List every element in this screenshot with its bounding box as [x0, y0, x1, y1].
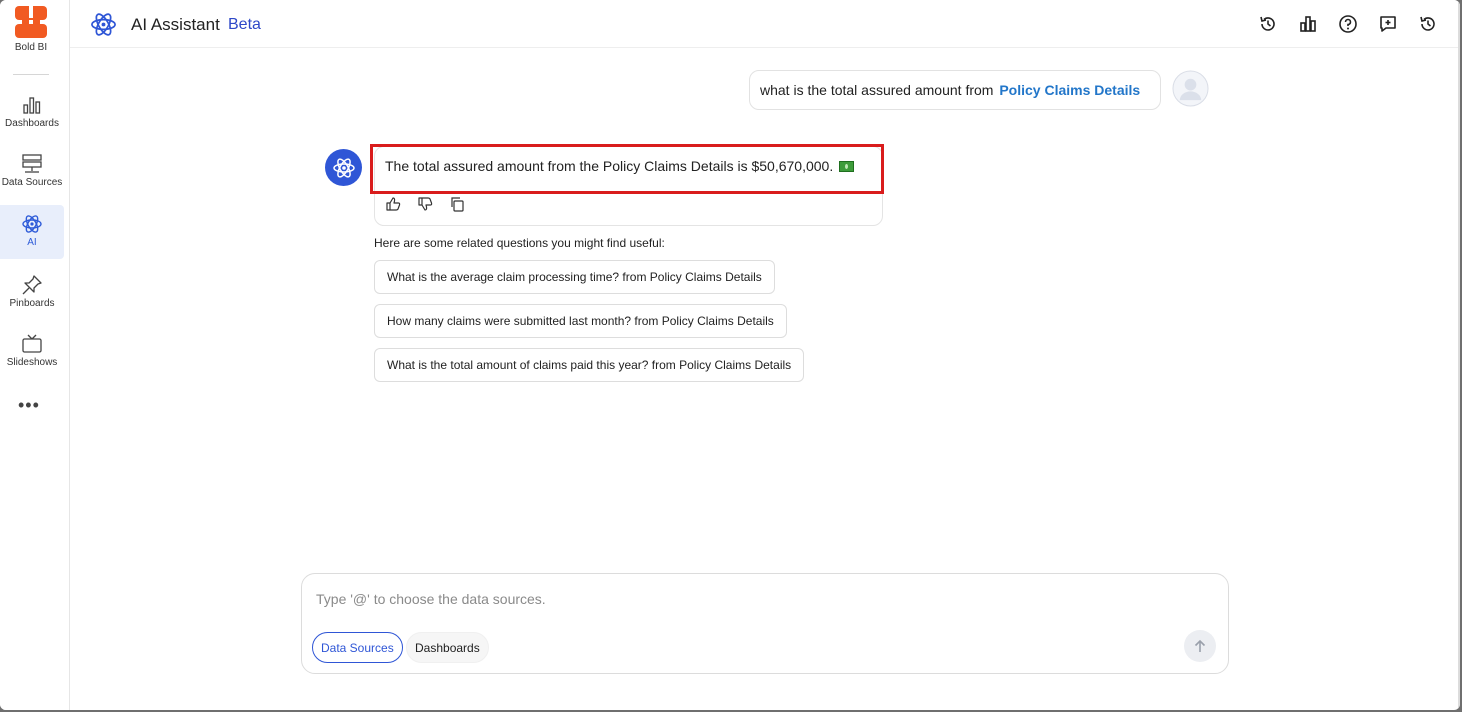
sidebar: Bold BI Dashboards Data Sources AI Pinbo…	[0, 0, 70, 710]
related-questions-title: Here are some related questions you migh…	[374, 236, 665, 250]
slideshow-icon	[22, 334, 42, 353]
message-composer: Data Sources Dashboards	[301, 573, 1229, 674]
window-edge	[1458, 0, 1460, 710]
help-icon[interactable]	[1338, 14, 1358, 34]
bar-chart-icon	[23, 97, 41, 114]
money-icon	[839, 161, 855, 172]
sidebar-item-label: Pinboards	[9, 298, 55, 309]
dashboards-pill[interactable]: Dashboards	[406, 632, 489, 663]
thumbs-up-icon[interactable]	[385, 196, 401, 212]
ai-atom-icon	[22, 215, 42, 233]
sidebar-item-slideshows[interactable]: Slideshows	[0, 325, 64, 379]
related-question-chip[interactable]: How many claims were submitted last mont…	[374, 304, 787, 338]
ai-assistant-logo-icon	[91, 13, 116, 36]
header-actions	[1258, 14, 1438, 34]
related-question-chip[interactable]: What is the average claim processing tim…	[374, 260, 775, 294]
sidebar-item-label: Data Sources	[1, 177, 63, 188]
data-sources-pill[interactable]: Data Sources	[312, 632, 403, 663]
ai-avatar	[325, 149, 362, 186]
database-icon	[22, 154, 42, 173]
brand-name: Bold BI	[14, 42, 48, 53]
ai-answer-text: The total assured amount from the Policy…	[385, 158, 855, 174]
thumbs-down-icon[interactable]	[417, 196, 433, 212]
user-message-bubble: what is the total assured amount from Po…	[749, 70, 1161, 110]
brand[interactable]: Bold BI	[0, 6, 62, 53]
app-header: AI Assistant Beta	[70, 0, 1460, 48]
related-question-chip[interactable]: What is the total amount of claims paid …	[374, 348, 805, 382]
sidebar-item-data-sources[interactable]: Data Sources	[0, 145, 64, 199]
user-avatar-icon	[1172, 70, 1209, 107]
sidebar-item-pinboards[interactable]: Pinboards	[0, 266, 64, 320]
arrow-up-icon	[1194, 639, 1206, 652]
more-menu-icon[interactable]: •••	[18, 395, 40, 416]
send-button[interactable]	[1184, 630, 1216, 662]
sidebar-item-label: AI	[27, 237, 37, 248]
app-window: Bold BI Dashboards Data Sources AI Pinbo…	[0, 0, 1460, 710]
ai-answer-content: The total assured amount from the Policy…	[385, 158, 834, 174]
sidebar-item-ai[interactable]: AI	[0, 205, 64, 259]
beta-badge: Beta	[228, 16, 261, 33]
analytics-icon[interactable]	[1298, 14, 1318, 34]
sidebar-item-label: Slideshows	[6, 357, 58, 368]
data-source-mention[interactable]: Policy Claims Details	[999, 82, 1140, 98]
message-input[interactable]	[316, 588, 1176, 610]
user-message-text: what is the total assured amount from	[760, 82, 994, 98]
page-title: AI Assistant	[131, 15, 220, 34]
feedback-actions	[385, 196, 465, 212]
sidebar-divider	[13, 74, 49, 75]
ai-atom-icon	[332, 157, 355, 178]
history-icon[interactable]	[1258, 14, 1278, 34]
copy-icon[interactable]	[449, 196, 465, 212]
sidebar-item-label: Dashboards	[5, 118, 59, 129]
new-chat-icon[interactable]	[1378, 14, 1398, 34]
restore-icon[interactable]	[1418, 14, 1438, 34]
pin-icon	[22, 275, 42, 295]
bold-bi-logo-icon	[15, 6, 47, 38]
sidebar-item-dashboards[interactable]: Dashboards	[0, 86, 64, 140]
